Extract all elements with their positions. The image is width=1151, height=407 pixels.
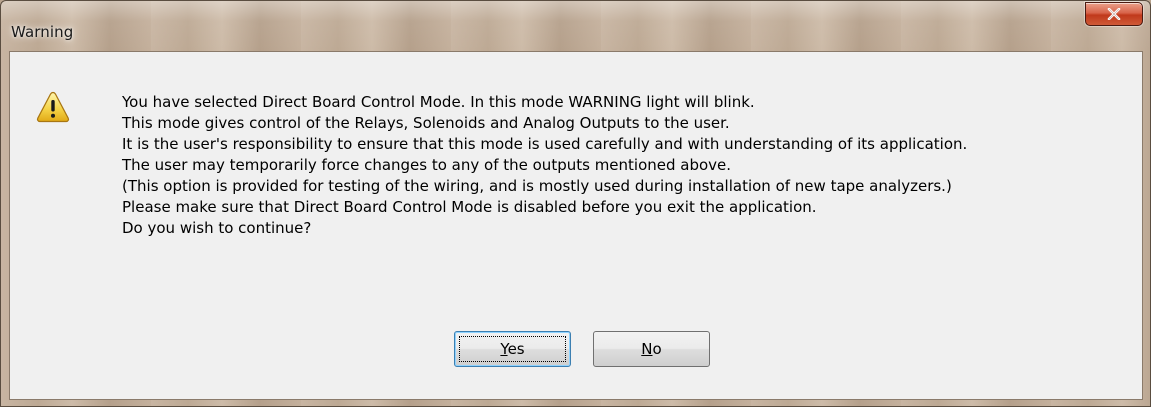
- warning-icon: [36, 91, 70, 123]
- message-line: The user may temporarily force changes t…: [122, 156, 732, 174]
- message-line: (This option is provided for testing of …: [122, 177, 952, 195]
- no-button[interactable]: No: [593, 331, 710, 367]
- close-button[interactable]: [1085, 2, 1143, 26]
- no-label-rest: o: [652, 340, 662, 358]
- yes-button-label: Yes: [500, 340, 524, 358]
- warning-message: You have selected Direct Board Control M…: [122, 92, 1132, 239]
- window-title: Warning: [11, 23, 74, 41]
- warning-dialog-window: Warning You have selected Direct Board C…: [0, 0, 1151, 407]
- yes-mnemonic: Y: [500, 340, 508, 358]
- message-line: You have selected Direct Board Control M…: [122, 93, 755, 111]
- no-button-label: No: [641, 340, 661, 358]
- no-mnemonic: N: [641, 340, 653, 358]
- yes-button[interactable]: Yes: [454, 331, 571, 367]
- dialog-body: You have selected Direct Board Control M…: [9, 51, 1143, 400]
- yes-label-rest: es: [507, 340, 525, 358]
- message-line: This mode gives control of the Relays, S…: [122, 114, 730, 132]
- message-line: Please make sure that Direct Board Contr…: [122, 198, 817, 216]
- message-line: Do you wish to continue?: [122, 219, 312, 237]
- close-icon: [1107, 8, 1121, 20]
- message-line: It is the user's responsibility to ensur…: [122, 135, 968, 153]
- title-bar[interactable]: Warning: [1, 1, 1150, 51]
